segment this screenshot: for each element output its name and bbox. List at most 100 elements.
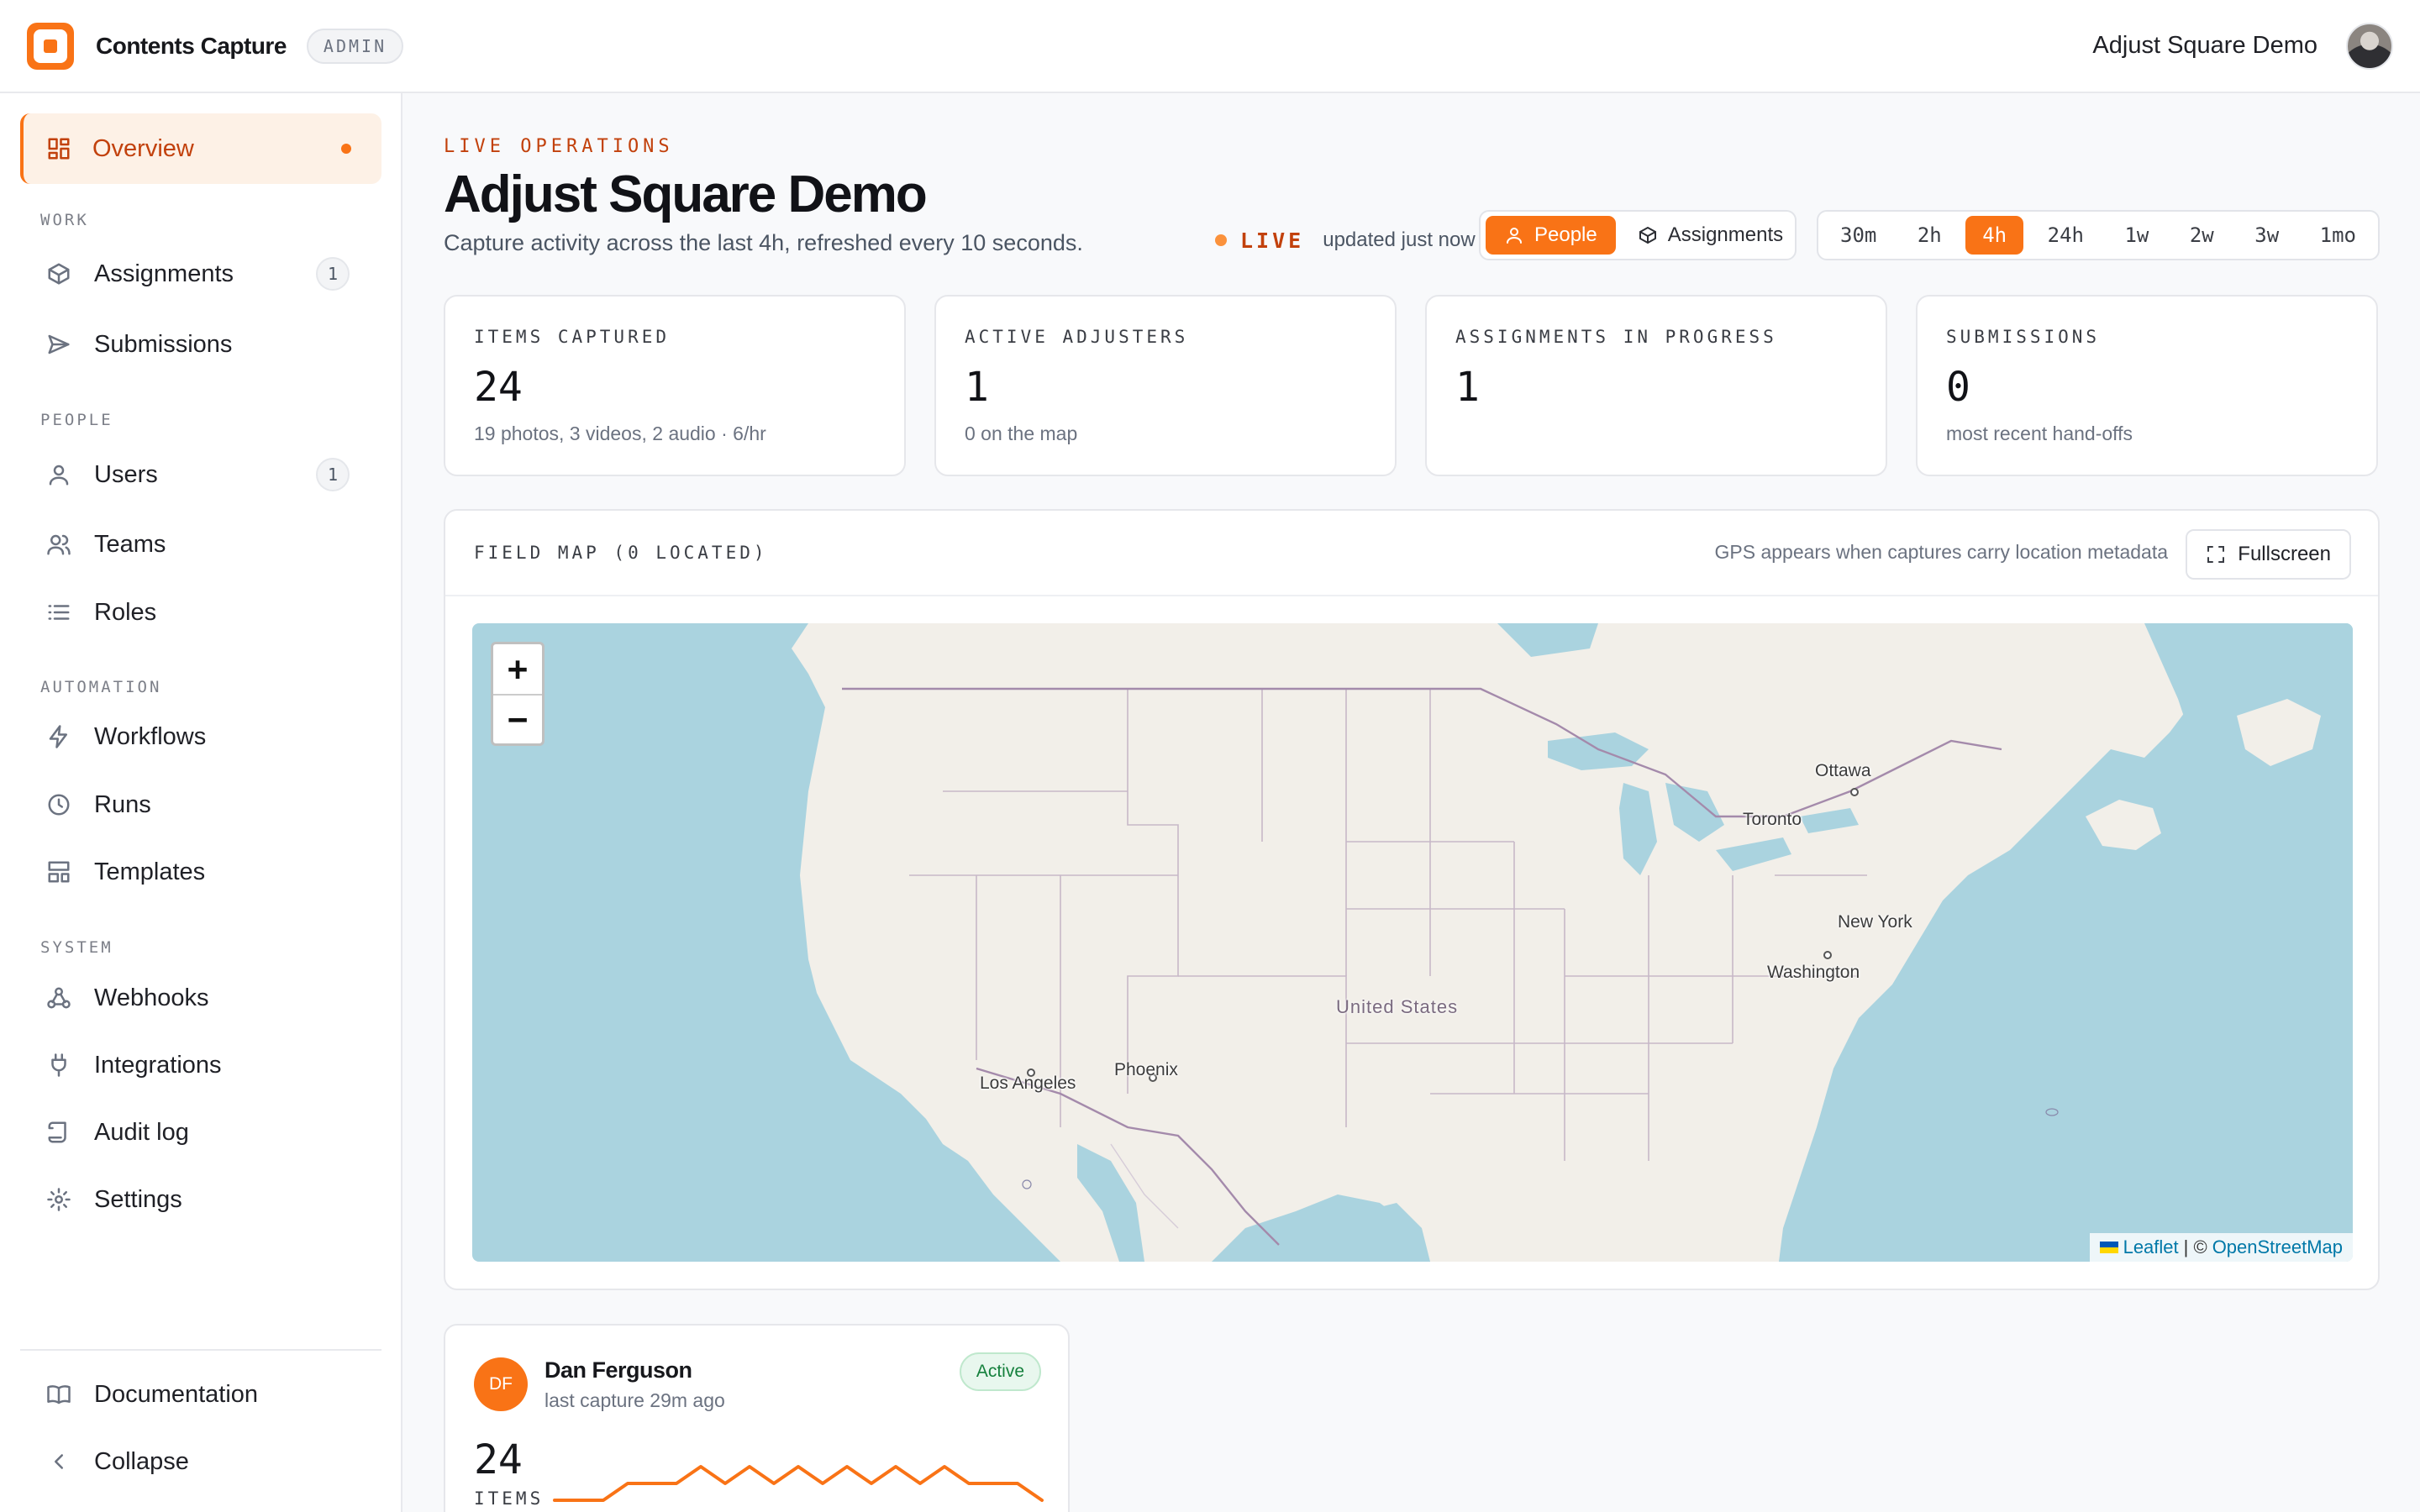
sidebar-item-workflows[interactable]: Workflows — [20, 706, 381, 767]
sidebar-item-label: Runs — [94, 790, 151, 818]
map-card-header: FIELD MAP (0 LOCATED) GPS appears when c… — [445, 511, 2378, 596]
sidebar-item-assignments[interactable]: Assignments 1 — [20, 244, 381, 304]
stat-label: ACTIVE ADJUSTERS — [965, 327, 1189, 347]
city-label-washington: Washington — [1767, 963, 1860, 982]
stat-value: 0 — [1946, 364, 1970, 411]
chevron-left-icon — [45, 1448, 72, 1475]
osm-link[interactable]: OpenStreetMap — [2212, 1236, 2343, 1258]
range-2h[interactable]: 2h — [1901, 216, 1959, 255]
attribution-separator: | © — [2183, 1236, 2207, 1257]
range-3w[interactable]: 3w — [2238, 216, 2296, 255]
users-icon — [45, 531, 72, 558]
fullscreen-label: Fullscreen — [2238, 543, 2331, 565]
map-canvas[interactable]: + − Ottawa Toronto New York Washington U… — [472, 623, 2353, 1262]
range-1w[interactable]: 1w — [2107, 216, 2165, 255]
range-30m[interactable]: 30m — [1823, 216, 1893, 255]
fullscreen-button[interactable]: Fullscreen — [2186, 529, 2351, 580]
stat-card-active-adjusters: ACTIVE ADJUSTERS 1 0 on the map — [934, 295, 1397, 476]
section-label-system: SYSTEM — [40, 938, 113, 957]
sidebar-item-label: Templates — [94, 858, 206, 885]
sidebar-item-label: Documentation — [94, 1380, 259, 1408]
section-label-people: PEOPLE — [40, 411, 113, 429]
sidebar-item-submissions[interactable]: Submissions — [20, 314, 381, 375]
activity-sparkline — [553, 1465, 1044, 1502]
page-eyebrow: LIVE OPERATIONS — [444, 136, 674, 157]
live-indicator: LIVE updated just now — [1215, 223, 1476, 257]
stat-subtext: most recent hand-offs — [1946, 423, 2133, 444]
view-toggle: People Assignments — [1479, 210, 1797, 260]
adjuster-name: Dan Ferguson — [544, 1357, 692, 1383]
sidebar-item-label: Overview — [92, 134, 194, 162]
adjuster-item-count: 24 — [474, 1436, 523, 1483]
stat-card-items-captured: ITEMS CAPTURED 24 19 photos, 3 videos, 2… — [444, 295, 906, 476]
live-dot — [1215, 234, 1227, 246]
sidebar-item-audit-log[interactable]: Audit log — [20, 1102, 381, 1163]
sidebar-item-label: Audit log — [94, 1118, 189, 1146]
top-bar: Contents Capture ADMIN Adjust Square Dem… — [0, 0, 2420, 93]
leaflet-link[interactable]: Leaflet — [2123, 1236, 2179, 1258]
section-label-automation: AUTOMATION — [40, 678, 162, 696]
page-subtitle: Capture activity across the last 4h, ref… — [444, 230, 1083, 255]
template-icon — [45, 858, 72, 885]
sidebar-item-webhooks[interactable]: Webhooks — [20, 968, 381, 1028]
field-map-card: FIELD MAP (0 LOCATED) GPS appears when c… — [444, 509, 2380, 1290]
sidebar-item-integrations[interactable]: Integrations — [20, 1035, 381, 1095]
sidebar-item-documentation[interactable]: Documentation — [20, 1364, 381, 1425]
zoom-control: + − — [491, 642, 544, 746]
range-4h[interactable]: 4h — [1965, 216, 2024, 255]
sidebar-item-label: Integrations — [94, 1051, 222, 1079]
country-label-united-states: United States — [1336, 996, 1459, 1017]
sidebar-item-runs[interactable]: Runs — [20, 774, 381, 835]
adjuster-item-unit: ITEMS — [474, 1488, 544, 1509]
live-label: LIVE — [1240, 228, 1305, 253]
stat-value: 24 — [474, 364, 523, 411]
expand-icon — [2207, 546, 2225, 563]
stat-value: 1 — [965, 364, 989, 411]
app-logo[interactable] — [27, 22, 74, 70]
view-people-button[interactable]: People — [1486, 216, 1616, 255]
city-marker — [1823, 951, 1832, 959]
sidebar-item-label: Settings — [94, 1185, 182, 1213]
sidebar-item-templates[interactable]: Templates — [20, 842, 381, 902]
zoom-out-button[interactable]: − — [493, 694, 542, 743]
sidebar-item-label: Roles — [94, 598, 157, 626]
basemap — [792, 623, 2353, 1262]
role-badge: ADMIN — [306, 28, 404, 64]
sidebar-item-roles[interactable]: Roles — [20, 582, 381, 643]
sidebar-item-settings[interactable]: Settings — [20, 1169, 381, 1230]
map-attribution: Leaflet | © OpenStreetMap — [2089, 1233, 2353, 1262]
user-avatar[interactable] — [2346, 22, 2393, 70]
zoom-in-button[interactable]: + — [493, 644, 542, 694]
scroll-icon — [45, 1119, 72, 1146]
last-updated: updated just now — [1323, 228, 1476, 251]
sidebar-item-overview[interactable]: Overview — [20, 113, 381, 184]
range-24h[interactable]: 24h — [2031, 216, 2101, 255]
view-assignments-button[interactable]: Assignments — [1619, 216, 1802, 255]
city-label-los-angeles: Los Angeles — [980, 1074, 1076, 1093]
section-label-work: WORK — [40, 211, 89, 229]
gear-icon — [45, 1186, 72, 1213]
adjuster-card[interactable]: DF Dan Ferguson last capture 29m ago Act… — [444, 1324, 1070, 1512]
sparkline-path — [553, 1465, 1044, 1502]
collapse-sidebar-button[interactable]: Collapse — [20, 1431, 381, 1492]
sidebar-item-teams[interactable]: Teams — [20, 514, 381, 575]
adjuster-avatar: DF — [474, 1357, 528, 1411]
range-1mo[interactable]: 1mo — [2303, 216, 2373, 255]
user-icon — [1507, 228, 1522, 244]
sidebar-item-label: Collapse — [94, 1447, 189, 1475]
status-badge: Active — [959, 1352, 1041, 1391]
city-label-toronto: Toronto — [1743, 810, 1802, 829]
stat-subtext: 0 on the map — [965, 423, 1078, 444]
org-switcher[interactable]: Adjust Square Demo — [2092, 32, 2317, 60]
city-label-phoenix: Phoenix — [1114, 1060, 1178, 1079]
range-2w[interactable]: 2w — [2173, 216, 2231, 255]
stat-label: SUBMISSIONS — [1946, 327, 2101, 347]
city-label-new-york: New York — [1838, 912, 1912, 932]
sidebar-item-users[interactable]: Users 1 — [20, 444, 381, 505]
sidebar-item-label: Workflows — [94, 722, 207, 750]
sidebar-item-label: Webhooks — [94, 984, 209, 1011]
app-name: Contents Capture — [96, 32, 287, 59]
box-icon — [45, 260, 72, 287]
view-assignments-label: Assignments — [1667, 223, 1784, 246]
stat-card-assignments-in-progress: ASSIGNMENTS IN PROGRESS 1 — [1425, 295, 1887, 476]
